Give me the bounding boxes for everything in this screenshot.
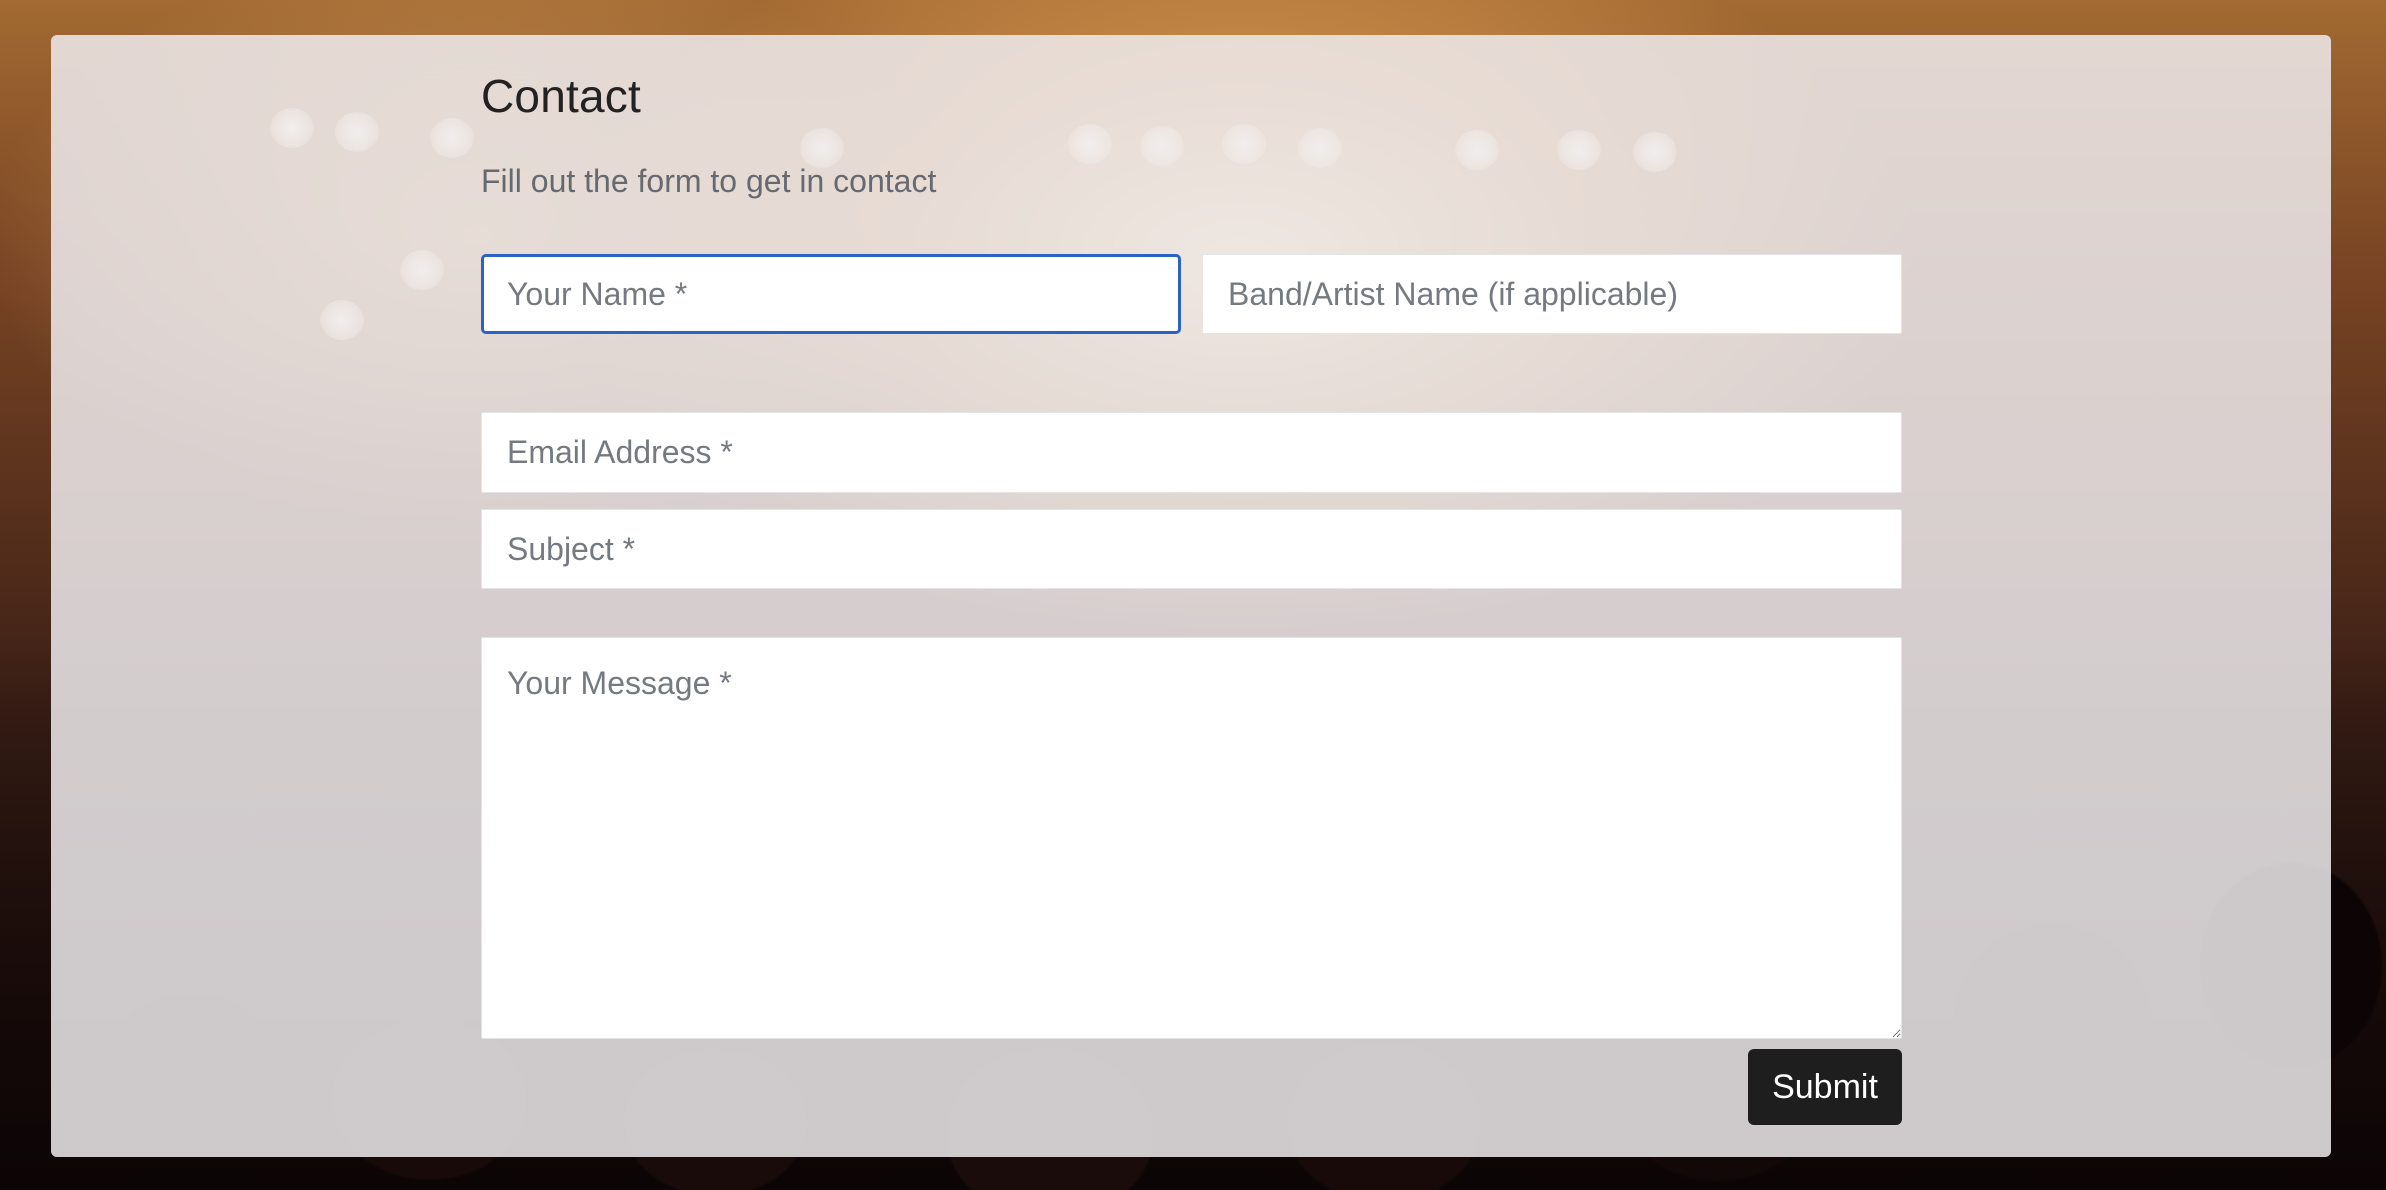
page-subtitle: Fill out the form to get in contact (481, 163, 937, 199)
page-title: Contact (481, 70, 641, 122)
band-artist-input[interactable] (1202, 254, 1902, 334)
name-input[interactable] (481, 254, 1181, 334)
submit-button[interactable]: Submit (1748, 1049, 1902, 1125)
subject-input[interactable] (481, 509, 1902, 589)
message-textarea[interactable] (481, 637, 1902, 1039)
email-input[interactable] (481, 412, 1902, 493)
contact-card: Contact Fill out the form to get in cont… (51, 35, 2331, 1157)
